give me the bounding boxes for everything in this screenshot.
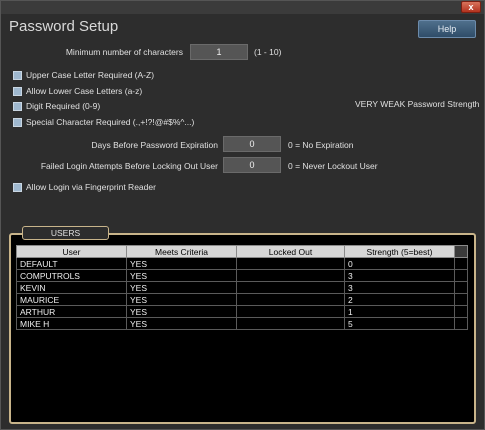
min-chars-label: Minimum number of characters: [65, 47, 183, 57]
special-char-label: Special Character Required (.,+!?!@#$%^.…: [26, 117, 195, 127]
locked-out-cell: [236, 305, 345, 318]
strength-cell: 1: [344, 305, 455, 318]
row-spacer: [454, 257, 468, 270]
user-cell: MAURICE: [16, 293, 127, 306]
digit-label: Digit Required (0-9): [26, 101, 101, 111]
users-table: User Meets Criteria Locked Out Strength …: [16, 245, 468, 330]
user-cell: MIKE H: [16, 317, 127, 330]
days-expiration-note: 0 = No Expiration: [288, 140, 354, 150]
row-spacer: [454, 293, 468, 306]
help-button[interactable]: Help: [418, 20, 476, 38]
min-chars-input[interactable]: 1: [190, 44, 248, 60]
lower-case-checkbox[interactable]: [13, 86, 22, 96]
fingerprint-label: Allow Login via Fingerprint Reader: [26, 182, 156, 192]
user-cell: DEFAULT: [16, 257, 127, 270]
upper-case-label: Upper Case Letter Required (A-Z): [26, 70, 155, 80]
user-cell: KEVIN: [16, 281, 127, 294]
meets-criteria-cell: YES: [126, 305, 237, 318]
column-header-user[interactable]: User: [16, 245, 127, 258]
table-row[interactable]: DEFAULT YES 0: [16, 257, 468, 270]
digit-checkbox[interactable]: [13, 101, 22, 111]
fingerprint-checkbox[interactable]: [13, 182, 22, 192]
title-bar: [1, 1, 484, 14]
locked-out-cell: [236, 257, 345, 270]
locked-out-cell: [236, 293, 345, 306]
table-row[interactable]: KEVIN YES 3: [16, 281, 468, 294]
meets-criteria-cell: YES: [126, 293, 237, 306]
users-table-container: User Meets Criteria Locked Out Strength …: [16, 245, 469, 420]
locked-out-cell: [236, 281, 345, 294]
special-char-checkbox[interactable]: [13, 117, 22, 127]
users-table-header: User Meets Criteria Locked Out Strength …: [16, 245, 468, 258]
lower-case-option[interactable]: Allow Lower Case Letters (a-z): [13, 85, 142, 97]
table-row[interactable]: ARTHUR YES 1: [16, 305, 468, 318]
digit-option[interactable]: Digit Required (0-9): [13, 100, 100, 112]
strength-cell: 0: [344, 257, 455, 270]
row-spacer: [454, 281, 468, 294]
meets-criteria-cell: YES: [126, 269, 237, 282]
meets-criteria-cell: YES: [126, 257, 237, 270]
locked-out-cell: [236, 269, 345, 282]
days-expiration-label: Days Before Password Expiration: [91, 140, 218, 150]
column-header-meets-criteria[interactable]: Meets Criteria: [126, 245, 237, 258]
table-row[interactable]: MIKE H YES 5: [16, 317, 468, 330]
meets-criteria-cell: YES: [126, 317, 237, 330]
table-row[interactable]: MAURICE YES 2: [16, 293, 468, 306]
upper-case-option[interactable]: Upper Case Letter Required (A-Z): [13, 69, 154, 81]
failed-login-note: 0 = Never Lockout User: [288, 161, 378, 171]
upper-case-checkbox[interactable]: [13, 70, 22, 80]
meets-criteria-cell: YES: [126, 281, 237, 294]
password-strength-text: VERY WEAK Password Strength: [355, 99, 480, 109]
window-title: Password Setup: [9, 18, 119, 35]
strength-cell: 3: [344, 281, 455, 294]
fingerprint-option[interactable]: Allow Login via Fingerprint Reader: [13, 181, 156, 193]
table-row[interactable]: COMPUTROLS YES 3: [16, 269, 468, 282]
close-button[interactable]: x: [461, 1, 481, 13]
locked-out-cell: [236, 317, 345, 330]
strength-cell: 5: [344, 317, 455, 330]
row-spacer: [454, 305, 468, 318]
users-legend: USERS: [22, 226, 109, 240]
row-spacer: [454, 317, 468, 330]
column-header-locked-out[interactable]: Locked Out: [236, 245, 345, 258]
days-expiration-input[interactable]: 0: [223, 136, 281, 152]
user-cell: ARTHUR: [16, 305, 127, 318]
lower-case-label: Allow Lower Case Letters (a-z): [26, 86, 143, 96]
special-char-option[interactable]: Special Character Required (.,+!?!@#$%^.…: [13, 116, 194, 128]
strength-cell: 3: [344, 269, 455, 282]
header-spacer: [454, 245, 468, 258]
failed-login-input[interactable]: 0: [223, 157, 281, 173]
row-spacer: [454, 269, 468, 282]
user-cell: COMPUTROLS: [16, 269, 127, 282]
min-chars-range: (1 - 10): [254, 47, 282, 57]
column-header-strength[interactable]: Strength (5=best): [344, 245, 455, 258]
failed-login-label: Failed Login Attempts Before Locking Out…: [40, 161, 218, 171]
password-setup-window: x Password Setup Help Minimum number of …: [0, 0, 485, 430]
strength-cell: 2: [344, 293, 455, 306]
